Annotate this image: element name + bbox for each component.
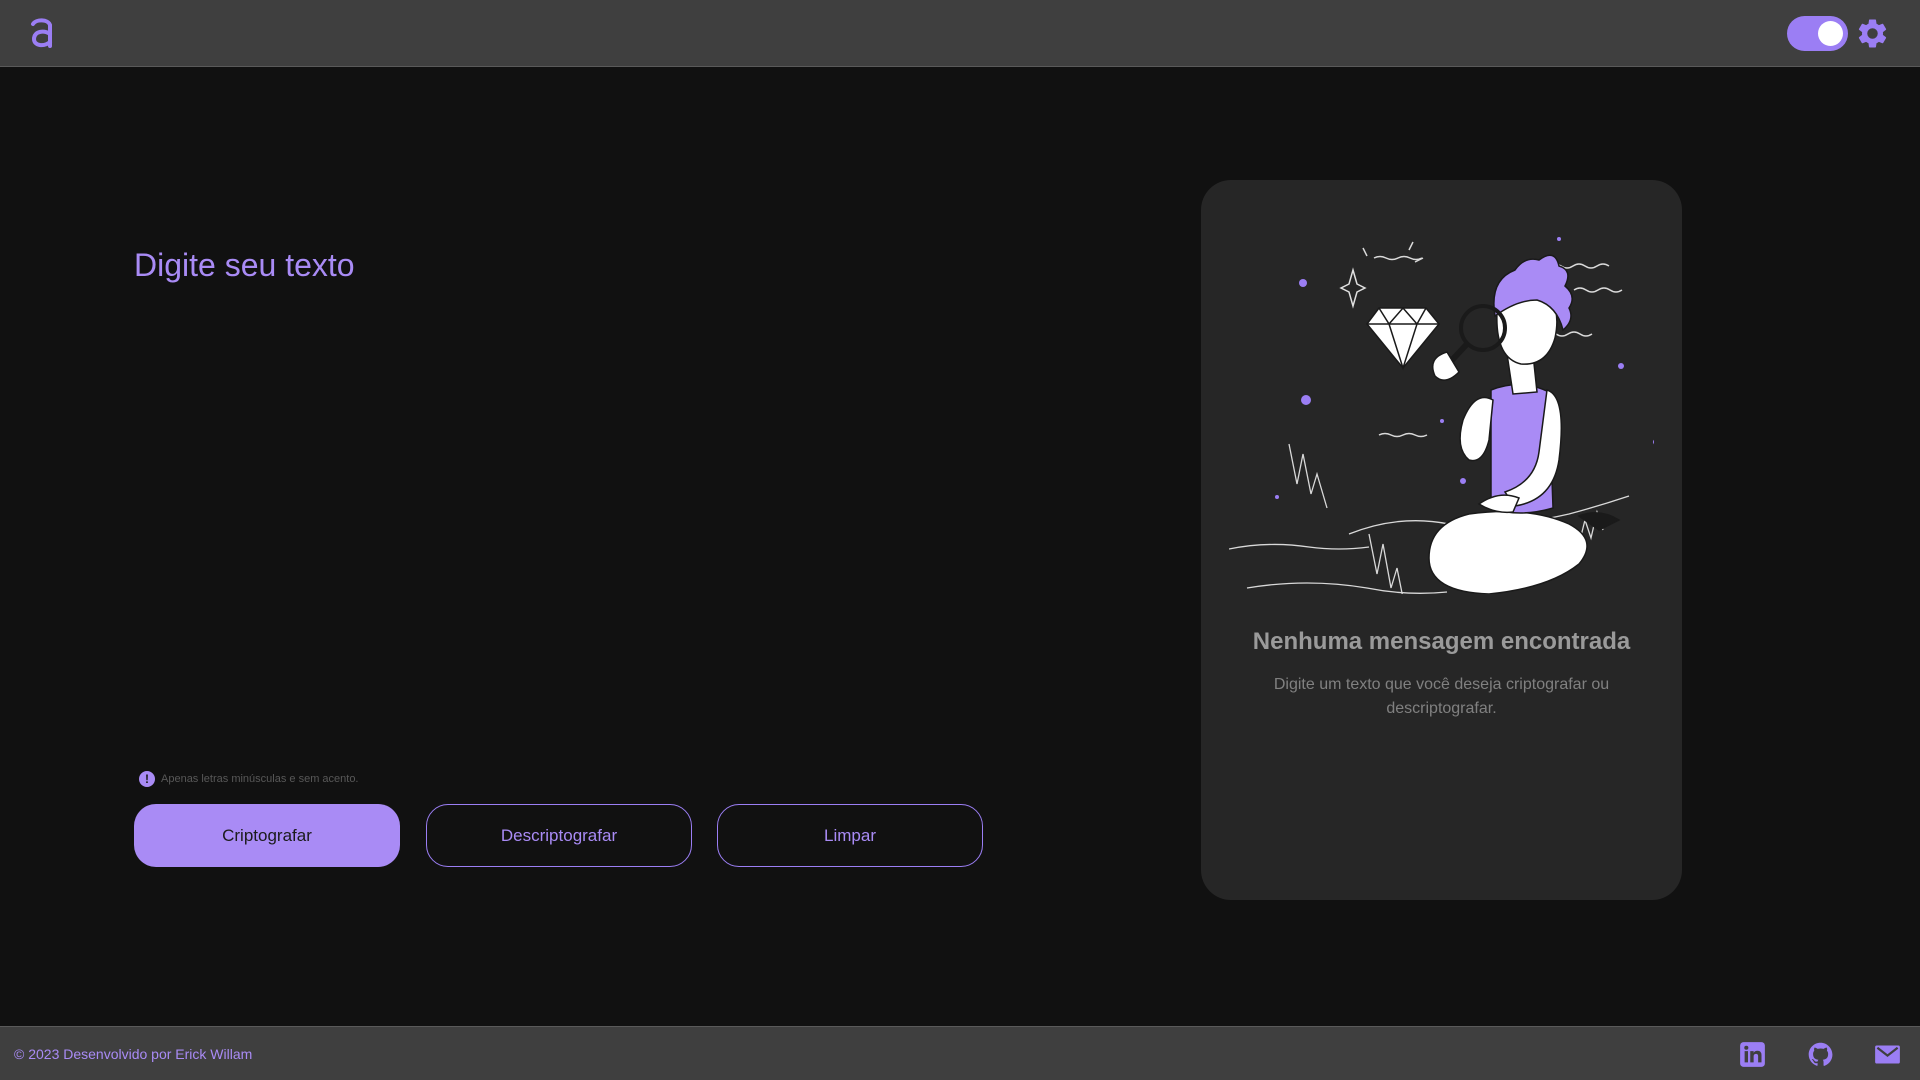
empty-state-title: Nenhuma mensagem encontrada <box>1252 628 1631 655</box>
footer-credit: © 2023 Desenvolvido por Erick Willam <box>14 1046 253 1062</box>
gear-icon[interactable] <box>1855 16 1890 51</box>
hint-text: Apenas letras minúsculas e sem acento. <box>161 773 359 785</box>
decrypt-button[interactable]: Descriptografar <box>426 804 692 867</box>
text-input-placeholder[interactable]: Digite seu texto <box>134 247 355 284</box>
mail-icon[interactable] <box>1874 1041 1901 1068</box>
empty-state-description: Digite um texto que você deseja criptogr… <box>1273 676 1610 717</box>
encrypt-button[interactable]: Criptografar <box>134 804 400 867</box>
header <box>0 0 1920 67</box>
theme-toggle[interactable] <box>1787 16 1848 51</box>
linkedin-icon[interactable] <box>1739 1041 1766 1068</box>
footer: © 2023 Desenvolvido por Erick Willam <box>0 1026 1920 1080</box>
logo-icon[interactable] <box>26 10 58 54</box>
github-icon[interactable] <box>1807 1041 1834 1068</box>
clear-button[interactable]: Limpar <box>717 804 983 867</box>
input-hint: ! Apenas letras minúsculas e sem acento. <box>139 771 359 787</box>
output-card <box>1201 180 1682 900</box>
info-icon: ! <box>139 771 155 787</box>
text-input[interactable] <box>134 300 984 740</box>
toggle-knob <box>1818 21 1843 46</box>
person-with-magnifier-illustration <box>1229 237 1654 594</box>
